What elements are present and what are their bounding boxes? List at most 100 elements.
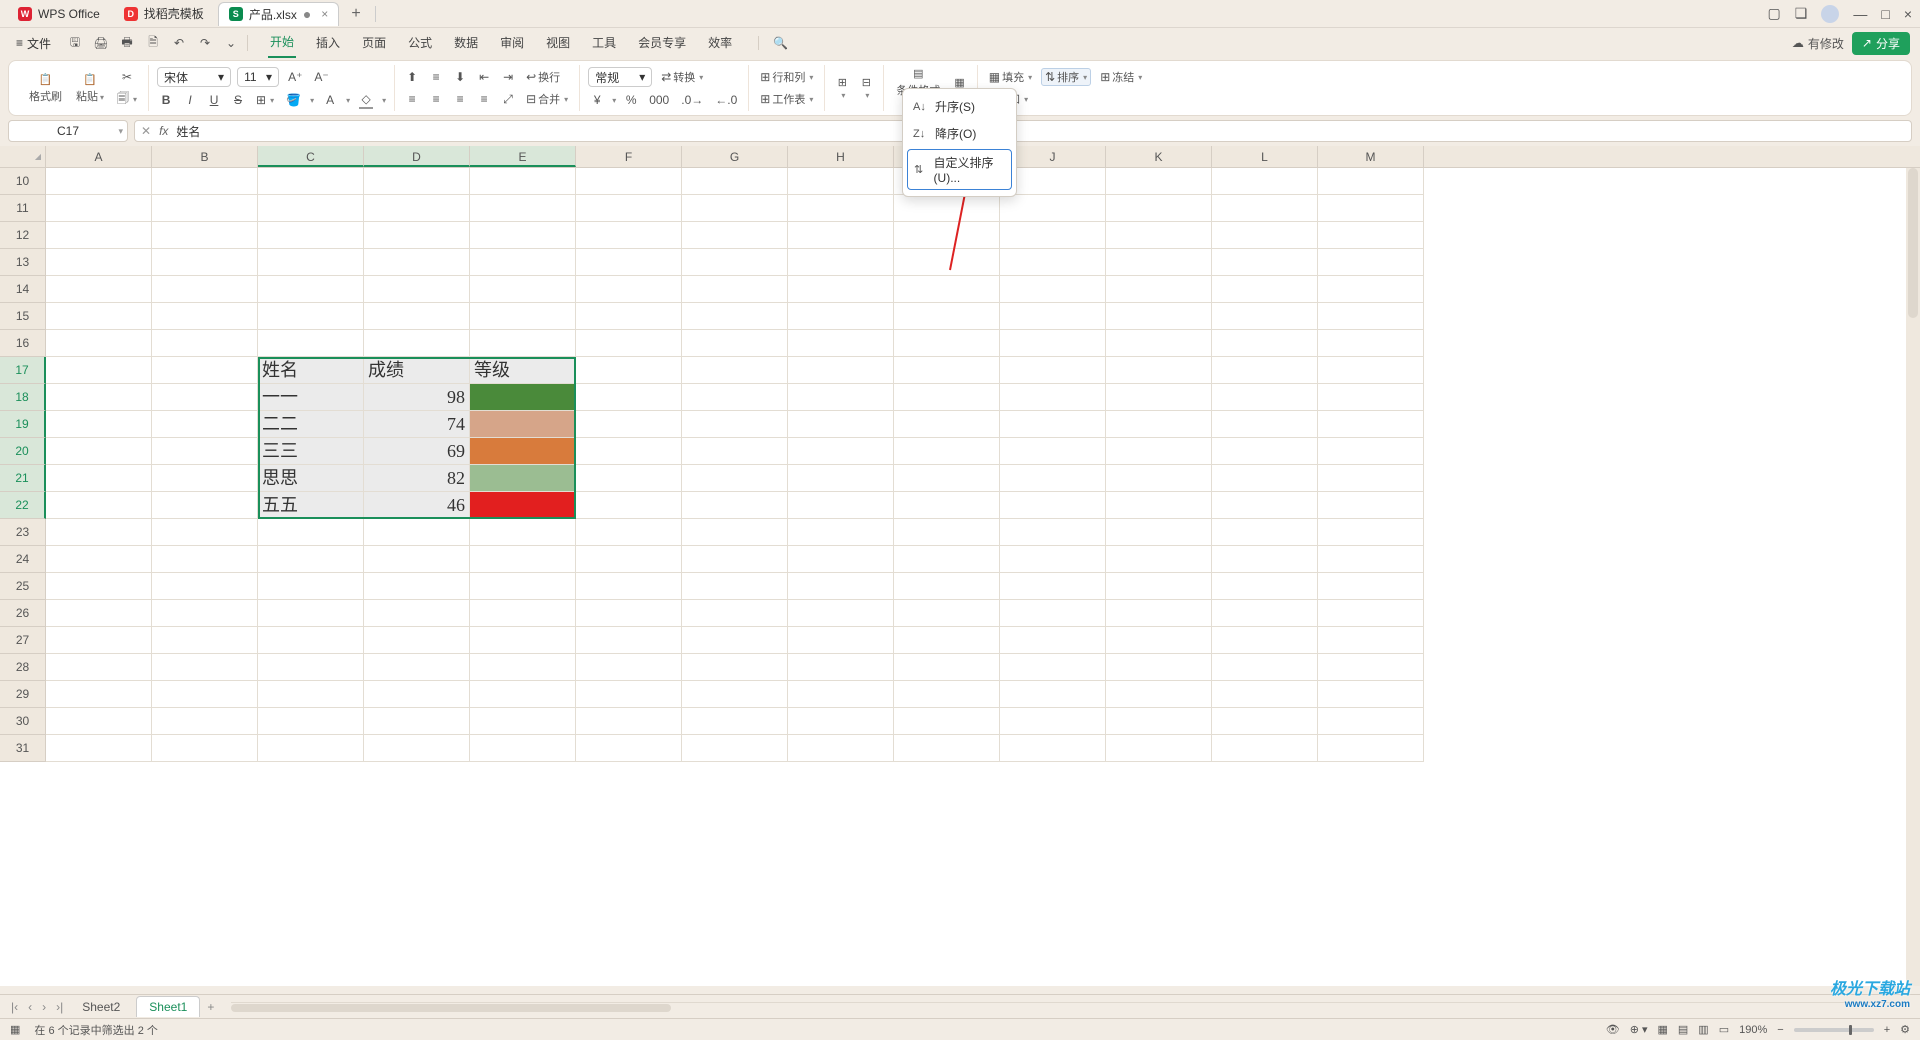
cell[interactable] [258, 573, 364, 600]
row-header[interactable]: 30 [0, 708, 46, 735]
cell[interactable] [1318, 627, 1424, 654]
cell[interactable] [1000, 411, 1106, 438]
cell[interactable] [788, 492, 894, 519]
cell[interactable] [1318, 735, 1424, 762]
sort-custom-item[interactable]: ⇅自定义排序(U)... [907, 149, 1012, 190]
cell[interactable] [1106, 681, 1212, 708]
formula-bar[interactable]: ✕ fx 姓名 [134, 120, 1912, 142]
tab-review[interactable]: 审阅 [498, 30, 526, 57]
cell[interactable] [258, 654, 364, 681]
sort-asc-item[interactable]: A↓升序(S) [903, 93, 1016, 120]
cell[interactable] [1106, 276, 1212, 303]
cell[interactable] [1318, 519, 1424, 546]
cell[interactable] [1318, 573, 1424, 600]
cell[interactable] [1318, 465, 1424, 492]
decrease-font-icon[interactable]: A⁻ [311, 68, 331, 86]
status-grid-icon[interactable]: ▦ [10, 1023, 20, 1036]
cell[interactable] [364, 195, 470, 222]
cell[interactable] [894, 600, 1000, 627]
cell[interactable] [682, 627, 788, 654]
cell[interactable]: 98 [364, 384, 470, 411]
cell[interactable] [1106, 249, 1212, 276]
cell[interactable] [46, 303, 152, 330]
cell[interactable]: 82 [364, 465, 470, 492]
close-window-icon[interactable]: × [1904, 6, 1912, 22]
view-split-icon[interactable]: ▭ [1719, 1023, 1729, 1036]
cell[interactable] [1212, 276, 1318, 303]
cell[interactable] [1212, 627, 1318, 654]
cell[interactable] [682, 681, 788, 708]
cell[interactable] [1212, 222, 1318, 249]
comma-button[interactable]: 000 [646, 91, 672, 109]
cell[interactable] [152, 492, 258, 519]
cell[interactable] [894, 519, 1000, 546]
cube-icon[interactable]: ❏ [1795, 5, 1808, 22]
cell[interactable] [682, 438, 788, 465]
cell[interactable] [364, 654, 470, 681]
cell[interactable] [258, 708, 364, 735]
col-header-C[interactable]: C [258, 146, 364, 167]
cell[interactable] [470, 600, 576, 627]
cell[interactable] [788, 627, 894, 654]
app-tab[interactable]: W WPS Office [8, 2, 110, 26]
tab-page[interactable]: 页面 [360, 30, 388, 57]
cell[interactable] [46, 330, 152, 357]
spreadsheet-grid[interactable]: ABCDEFGHIJKLM 1011121314151617姓名成绩等级18一一… [0, 146, 1920, 986]
zoom-out-icon[interactable]: − [1777, 1024, 1783, 1036]
document-tab[interactable]: S 产品.xlsx ● × [218, 2, 340, 26]
cell[interactable] [1318, 222, 1424, 249]
row-header[interactable]: 10 [0, 168, 46, 195]
cell[interactable] [46, 411, 152, 438]
indent-dec-icon[interactable]: ⇤ [475, 68, 493, 86]
cell[interactable] [1318, 546, 1424, 573]
row-header[interactable]: 11 [0, 195, 46, 222]
search-icon[interactable]: 🔍 [758, 36, 788, 50]
insert-cells-button[interactable]: ⊞▾ [833, 74, 851, 102]
cell[interactable] [1000, 330, 1106, 357]
export-icon[interactable]: 🖨 [93, 35, 109, 51]
cell[interactable] [788, 681, 894, 708]
row-header[interactable]: 25 [0, 573, 46, 600]
col-header-E[interactable]: E [470, 146, 576, 167]
cell[interactable] [1212, 357, 1318, 384]
cell[interactable] [470, 627, 576, 654]
row-header[interactable]: 28 [0, 654, 46, 681]
italic-button[interactable]: I [181, 91, 199, 109]
cell[interactable]: 等级 [470, 357, 576, 384]
cell[interactable] [1000, 276, 1106, 303]
cell[interactable] [788, 465, 894, 492]
cell[interactable] [1000, 465, 1106, 492]
cell[interactable] [1106, 546, 1212, 573]
cell[interactable] [1212, 681, 1318, 708]
vertical-scrollbar[interactable] [1906, 168, 1920, 986]
cell[interactable] [576, 195, 682, 222]
cell[interactable] [1000, 438, 1106, 465]
horizontal-scrollbar[interactable] [231, 1002, 1902, 1012]
cell[interactable] [1106, 573, 1212, 600]
cell[interactable] [788, 411, 894, 438]
focus-icon[interactable]: ⊕ ▾ [1630, 1023, 1648, 1036]
convert-button[interactable]: ⇄转换▾ [658, 68, 706, 86]
cell[interactable]: 成绩 [364, 357, 470, 384]
merge-button[interactable]: ⊟合并▾ [523, 90, 571, 108]
cell[interactable] [1000, 627, 1106, 654]
align-left-icon[interactable]: ≡ [403, 90, 421, 108]
view-page-icon[interactable]: ▤ [1678, 1023, 1688, 1036]
cell[interactable] [576, 600, 682, 627]
cell[interactable] [894, 384, 1000, 411]
cell[interactable]: 74 [364, 411, 470, 438]
cell[interactable] [576, 411, 682, 438]
row-header[interactable]: 15 [0, 303, 46, 330]
cell[interactable] [46, 438, 152, 465]
cell[interactable] [364, 303, 470, 330]
percent-button[interactable]: % [622, 91, 640, 109]
cell[interactable] [682, 330, 788, 357]
cell[interactable] [1106, 600, 1212, 627]
orientation-icon[interactable]: ⤢ [499, 90, 517, 108]
select-all-corner[interactable] [0, 146, 46, 167]
cell[interactable] [576, 627, 682, 654]
row-header[interactable]: 24 [0, 546, 46, 573]
sort-button[interactable]: ⇅排序▾ [1041, 68, 1091, 86]
cell[interactable] [1000, 681, 1106, 708]
cell[interactable] [46, 735, 152, 762]
